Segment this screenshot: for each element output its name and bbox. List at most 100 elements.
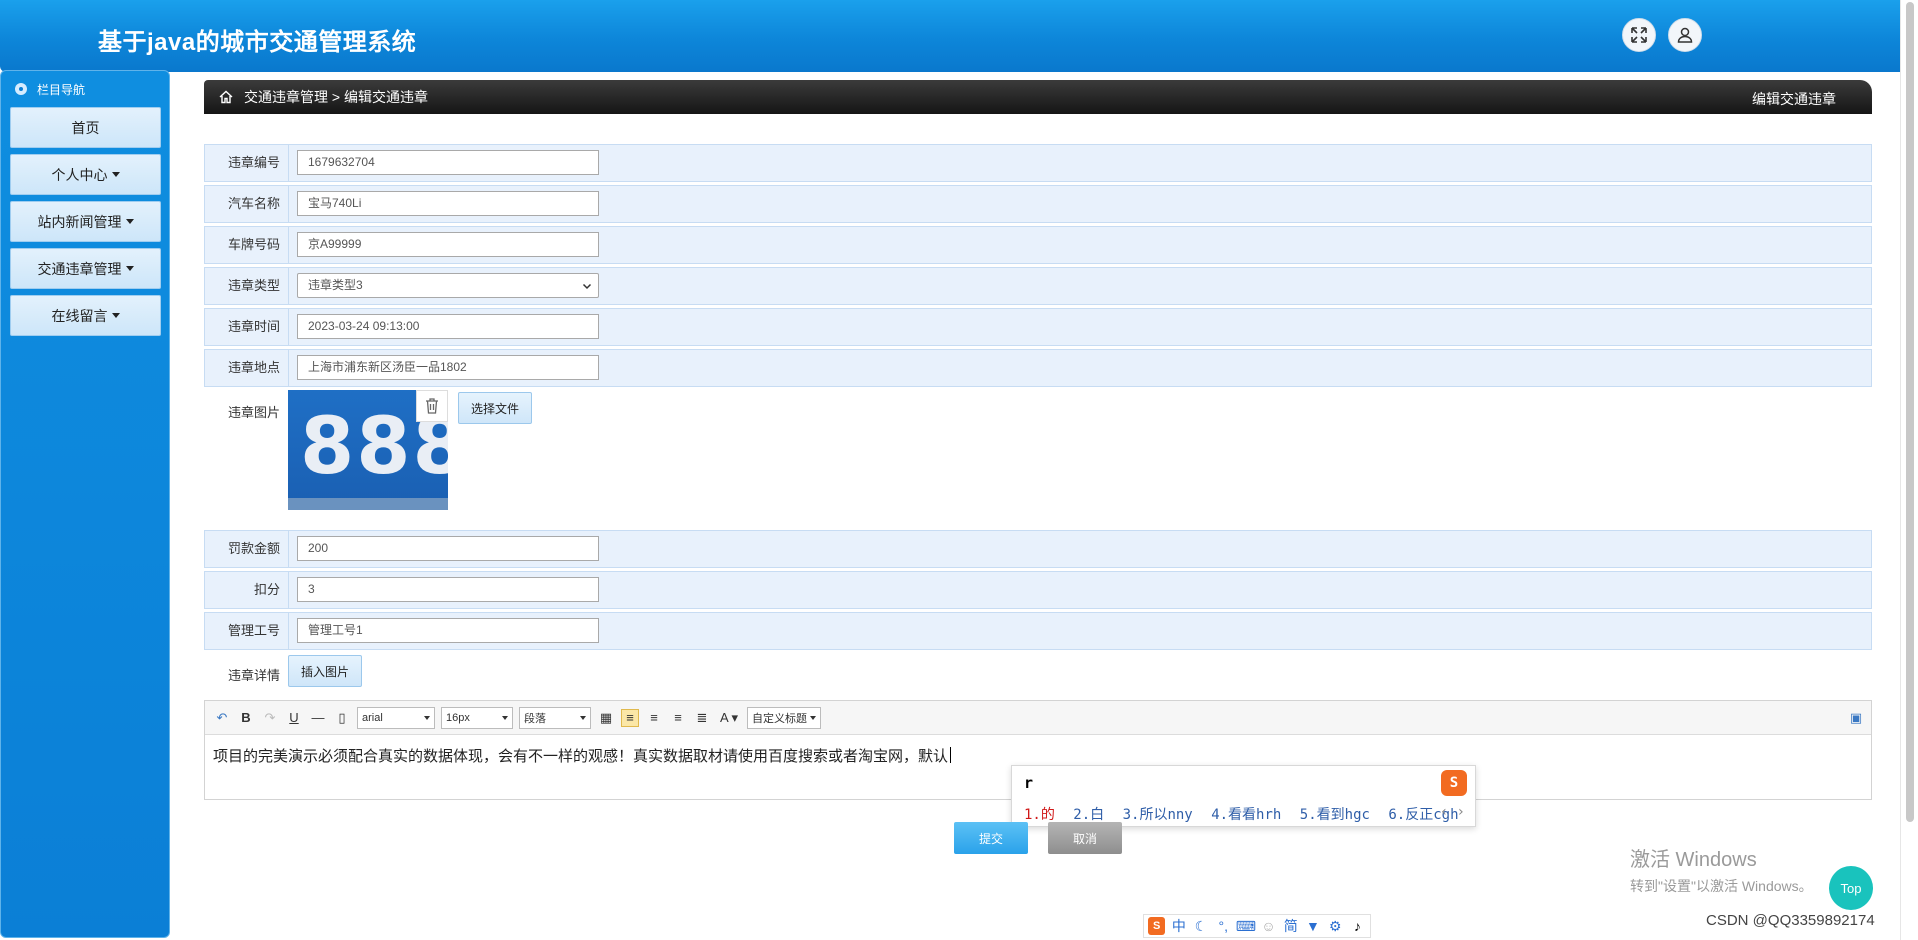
form-row-fine: 罚款金额 200	[204, 530, 1872, 568]
ime-status-bar: S 中 ☾ °, ⌨ ☺ 简 ▼ ⚙ ♪	[1143, 914, 1371, 938]
image-bar	[288, 498, 448, 510]
user-icon	[1677, 27, 1693, 43]
dropdown-arrow-icon	[810, 715, 816, 720]
choose-file-button[interactable]: 选择文件	[458, 392, 532, 424]
user-button[interactable]	[1668, 18, 1702, 52]
ime-candidate[interactable]: 1.的	[1024, 807, 1055, 823]
horizontal-rule-icon[interactable]: —	[309, 709, 327, 727]
form-row-violation-id: 违章编号 1679632704	[204, 144, 1872, 182]
violation-type-value: 违章类型3	[308, 278, 363, 292]
watermark-line2: 转到"设置"以激活 Windows。	[1630, 878, 1813, 894]
form-row-violation-type: 违章类型 违章类型3	[204, 267, 1872, 305]
sidebar-item-traffic-violation[interactable]: 交通违章管理	[10, 248, 161, 289]
table-icon[interactable]: ▦	[597, 709, 615, 727]
form-row-plate-number: 车牌号码 京A99999	[204, 226, 1872, 264]
person-icon[interactable]: ☺	[1260, 917, 1277, 935]
sidebar-item-label: 在线留言	[51, 307, 108, 324]
caret-down-icon	[125, 219, 134, 224]
underline-icon[interactable]: U	[285, 709, 303, 727]
dropdown-arrow-icon	[424, 715, 430, 720]
scrollbar-thumb[interactable]	[1906, 2, 1914, 822]
sidebar-item-news[interactable]: 站内新闻管理	[10, 201, 161, 242]
ime-candidate[interactable]: 2.白	[1073, 807, 1104, 823]
admin-id-input[interactable]: 管理工号1	[297, 618, 599, 643]
font-size-select[interactable]: 16px	[441, 706, 513, 729]
preview-icon[interactable]: ▣	[1847, 709, 1865, 727]
delete-image-button[interactable]	[416, 390, 448, 422]
sidebar-item-label: 交通违章管理	[37, 260, 122, 277]
shirt-icon[interactable]: ▼	[1304, 917, 1321, 935]
violation-type-select[interactable]: 违章类型3	[297, 273, 599, 298]
ime-candidates: 1.的 2.白 3.所以nny 4.看看hrh 5.看到hgc 6.反正cgh	[1024, 804, 1469, 824]
sidebar-item-personal-center[interactable]: 个人中心	[10, 154, 161, 195]
sidebar-item-label: 站内新闻管理	[37, 213, 122, 230]
field-label: 扣分	[205, 572, 289, 608]
back-to-top-button[interactable]: Top	[1829, 866, 1873, 910]
keyboard-icon[interactable]: ⌨	[1236, 917, 1256, 935]
violation-image-label: 违章图片	[227, 405, 280, 420]
align-center-icon[interactable]: ≡	[669, 709, 687, 727]
insert-image-button[interactable]: 插入图片	[288, 655, 362, 687]
sogou-logo-icon: S	[1441, 770, 1467, 796]
fullscreen-button[interactable]	[1622, 18, 1656, 52]
undo-icon[interactable]: ↶	[213, 709, 231, 727]
punctuation-icon[interactable]: °,	[1215, 917, 1232, 935]
form-row-violation-location: 违章地点 上海市浦东新区汤臣一品1802	[204, 349, 1872, 387]
form-row-admin-id: 管理工号 管理工号1	[204, 612, 1872, 650]
violation-id-input[interactable]: 1679632704	[297, 150, 599, 175]
car-name-input[interactable]: 宝马740Li	[297, 191, 599, 216]
ime-mode-chinese[interactable]: 中	[1170, 917, 1187, 935]
violation-time-input[interactable]: 2023-03-24 09:13:00	[297, 314, 599, 339]
breadcrumb-path: 交通违章管理 > 编辑交通违章	[244, 89, 428, 105]
paragraph-select[interactable]: 段落	[519, 706, 591, 729]
cancel-button[interactable]: 取消	[1048, 822, 1122, 854]
moon-icon[interactable]: ☾	[1192, 917, 1209, 935]
chevron-down-icon	[582, 283, 592, 289]
form-row-violation-time: 违章时间 2023-03-24 09:13:00	[204, 308, 1872, 346]
expand-icon	[1631, 27, 1647, 43]
gear-icon[interactable]: ⚙	[1327, 917, 1344, 935]
music-icon[interactable]: ♪	[1349, 917, 1366, 935]
field-label: 车牌号码	[205, 227, 289, 263]
sogou-icon[interactable]: S	[1148, 917, 1166, 935]
field-label: 违章编号	[205, 145, 289, 181]
home-icon[interactable]	[218, 89, 234, 105]
points-input[interactable]: 3	[297, 577, 599, 602]
font-family-value: arial	[362, 711, 383, 724]
redo-icon[interactable]: ↷	[261, 709, 279, 727]
align-justify-icon[interactable]: ≣	[693, 709, 711, 727]
ime-candidate[interactable]: 4.看看hrh	[1211, 807, 1281, 823]
editor-text: 项目的完美演示必须配合真实的数据体现，会有不一样的观感！真实数据取材请使用百度搜…	[213, 748, 949, 765]
watermark-line1: 激活 Windows	[1630, 849, 1757, 871]
sidebar-item-home[interactable]: 首页	[10, 107, 161, 148]
violation-location-input[interactable]: 上海市浦东新区汤臣一品1802	[297, 355, 599, 380]
nav-dot-icon	[15, 83, 27, 95]
windows-activation-watermark: 激活 Windows 转到"设置"以激活 Windows。	[1630, 843, 1813, 896]
bold-icon[interactable]: B	[237, 709, 255, 727]
sidebar-item-messages[interactable]: 在线留言	[10, 295, 161, 336]
caret-down-icon	[125, 266, 134, 271]
field-label: 汽车名称	[205, 186, 289, 222]
caret-down-icon	[111, 172, 120, 177]
ime-candidate[interactable]: 5.看到hgc	[1300, 807, 1370, 823]
field-label: 管理工号	[205, 613, 289, 649]
submit-button[interactable]: 提交	[954, 822, 1028, 854]
ime-simplified[interactable]: 简	[1282, 917, 1299, 935]
caret-down-icon	[111, 313, 120, 318]
app-title: 基于java的城市交通管理系统	[98, 29, 417, 56]
font-family-select[interactable]: arial	[357, 706, 435, 729]
ime-page-nav[interactable]: ‹ ›	[1440, 804, 1465, 820]
field-label: 违章类型	[205, 268, 289, 304]
field-label: 违章地点	[205, 350, 289, 386]
document-icon[interactable]: ▯	[333, 709, 351, 727]
editor-toolbar: ↶ B ↷ U — ▯ arial 16px 段落 ▦ ≡ ≡ ≡ ≣ A ▾ …	[205, 701, 1871, 735]
custom-title-select[interactable]: 自定义标题	[747, 706, 821, 729]
violation-detail-label: 违章详情	[227, 668, 280, 683]
page-scrollbar[interactable]	[1900, 0, 1918, 940]
ime-candidate[interactable]: 3.所以nny	[1123, 807, 1193, 823]
fine-amount-input[interactable]: 200	[297, 536, 599, 561]
font-color-icon[interactable]: A ▾	[717, 709, 741, 727]
align-left-icon[interactable]: ≡	[621, 708, 639, 727]
align-right-icon[interactable]: ≡	[645, 709, 663, 727]
plate-number-input[interactable]: 京A99999	[297, 232, 599, 257]
